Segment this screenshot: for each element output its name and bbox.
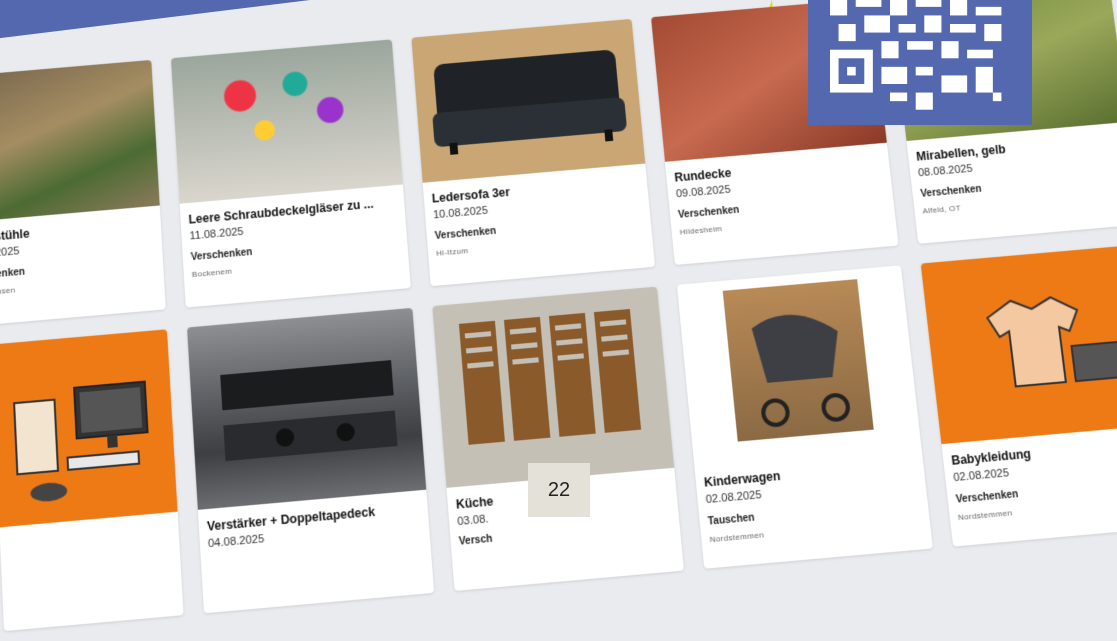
listing-type: Tauschen <box>707 512 756 528</box>
listing-title: Küche <box>455 494 494 512</box>
listing-card[interactable]: Verstärker + Doppeltapedeck 04.08.2025 <box>187 307 435 614</box>
listing-image <box>170 39 403 204</box>
listing-type: Versch <box>458 533 493 548</box>
listing-card[interactable]: stühle 2025 enken nsen <box>0 59 166 325</box>
chairs-illustration <box>458 308 642 445</box>
listing-type: Verschenken <box>677 204 740 221</box>
listing-title: Babykleidung <box>950 446 1032 468</box>
listing-location: Hi-Itzum <box>435 246 469 258</box>
listing-title: Kinderwagen <box>703 468 782 490</box>
listing-title: Ledersofa 3er <box>431 185 511 206</box>
listing-location: Alfeld, OT <box>922 203 962 216</box>
sofa-illustration <box>432 49 628 155</box>
listing-date: 04.08.2025 <box>207 532 265 551</box>
listing-date: 02.08.2025 <box>705 488 763 507</box>
listing-image <box>0 329 178 528</box>
listing-location: Nordstemmen <box>709 530 765 545</box>
listing-date: 2025 <box>0 245 20 260</box>
stroller-illustration <box>750 310 874 441</box>
listing-image <box>722 279 874 442</box>
listing-image <box>432 286 675 488</box>
listing-type: Verschenken <box>920 183 983 200</box>
listing-date: 02.08.2025 <box>952 467 1010 485</box>
listing-card[interactable] <box>0 329 184 632</box>
listing-card[interactable]: Kinderwagen 02.08.2025 Tauschen Nordstem… <box>676 265 933 569</box>
qr-code-icon <box>830 0 1010 110</box>
listing-card[interactable]: Ledersofa 3er 10.08.2025 Verschenken Hi-… <box>411 18 656 287</box>
listing-date: 10.08.2025 <box>432 204 489 222</box>
listing-type: Verschenken <box>434 225 497 242</box>
listing-card[interactable]: Leere Schraubdeckelgläser zu ... 11.08.2… <box>170 39 411 308</box>
page-number: 22 <box>528 463 590 517</box>
qr-code-panel[interactable] <box>808 0 1032 125</box>
listing-card[interactable]: Babykleidung 02.08.2025 Verschenken Nord… <box>920 244 1117 547</box>
listing-location: Nordstemmen <box>957 508 1013 523</box>
clothing-icon <box>921 244 1117 444</box>
stereo-illustration <box>220 360 398 462</box>
computer-icon <box>0 329 178 503</box>
listing-date: 03.08. <box>456 513 489 529</box>
listing-image <box>187 307 427 510</box>
listing-type: Verschenken <box>190 246 253 264</box>
listing-title: Verstärker + Doppeltapedeck <box>206 504 376 534</box>
listing-card[interactable]: Küche 03.08. Versch <box>432 286 684 591</box>
listing-title: Leere Schraubdeckelgläser zu ... <box>188 196 374 227</box>
listing-location: Hildesheim <box>679 224 723 237</box>
listing-type: enken <box>0 266 26 281</box>
listing-location: Bockenem <box>191 266 233 280</box>
listing-title: Mirabellen, gelb <box>915 142 1007 164</box>
listing-image <box>411 18 646 183</box>
listing-date: 11.08.2025 <box>189 225 244 243</box>
listing-title: Rundecke <box>673 166 732 185</box>
listing-location: nsen <box>0 285 16 296</box>
listing-image <box>920 244 1117 445</box>
listing-image <box>0 59 160 221</box>
listing-date: 08.08.2025 <box>917 162 974 180</box>
listing-title: stühle <box>0 226 30 244</box>
listing-type: Verschenken <box>955 488 1020 506</box>
listing-date: 09.08.2025 <box>675 183 732 201</box>
